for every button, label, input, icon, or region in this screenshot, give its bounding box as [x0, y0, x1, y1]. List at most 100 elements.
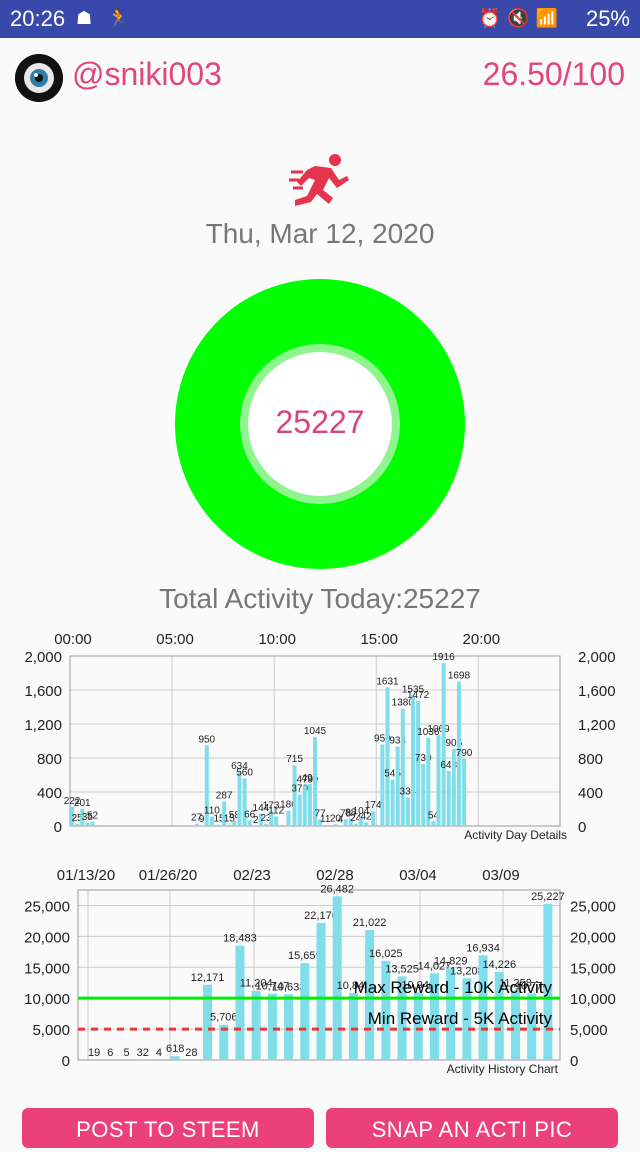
alarm-icon: ⏰	[479, 8, 507, 28]
y-tick-label-left: 1,200	[24, 717, 62, 734]
y-tick-label-left: 20,000	[24, 929, 70, 946]
activity-history-chart: 005,0005,00010,00010,00015,00015,00020,0…	[0, 862, 640, 1082]
history-bar	[317, 923, 326, 1060]
day-bar-label: 1916	[433, 652, 456, 663]
avatar[interactable]	[15, 54, 63, 102]
day-bar	[421, 764, 425, 826]
history-bar-label: 5,706	[210, 1012, 238, 1024]
y-tick-label-right: 800	[578, 751, 603, 768]
y-tick-label-right: 400	[578, 785, 603, 802]
day-bar-label: 52	[87, 811, 99, 822]
day-bar-label: 1472	[407, 690, 430, 701]
chart-legend: Activity Day Details	[464, 828, 567, 842]
day-bar	[298, 795, 302, 826]
day-bar-label: 1045	[304, 726, 327, 737]
day-bar-label: 1631	[376, 676, 399, 687]
x-tick-label: 03/04	[399, 867, 437, 884]
status-bar: 20:26 ☗ 🏃 ⏰🔇📶 25%	[0, 0, 640, 38]
y-tick-label-right: 1,600	[578, 683, 616, 700]
history-bar-label: 4	[156, 1047, 162, 1059]
app-header: @sniki003 26.50/100	[0, 42, 640, 112]
day-bar	[90, 822, 94, 826]
history-bar-label: 19	[88, 1047, 100, 1059]
day-bar	[303, 785, 307, 826]
day-bar	[286, 811, 290, 826]
score: 26.50/100	[483, 56, 625, 93]
x-tick-label: 15:00	[360, 631, 398, 648]
day-bar	[200, 825, 204, 826]
x-tick-label: 00:00	[54, 631, 92, 648]
day-bar	[264, 824, 268, 826]
day-bar	[371, 811, 375, 826]
x-tick-label: 20:00	[463, 631, 501, 648]
day-bar	[227, 825, 231, 826]
y-tick-label-left: 10,000	[24, 991, 70, 1008]
history-bar-label: 25,227	[531, 891, 565, 903]
status-time: 20:26	[10, 6, 65, 32]
y-tick-label-left: 25,000	[24, 898, 70, 915]
history-bar	[349, 993, 358, 1060]
history-bar	[235, 946, 244, 1060]
y-tick-label-right: 15,000	[570, 960, 616, 977]
accessibility-icon: ☗	[76, 8, 92, 28]
y-tick-label-right: 20,000	[570, 929, 616, 946]
day-bar	[75, 824, 79, 826]
day-bar	[447, 771, 451, 826]
day-bar-label: 790	[456, 748, 473, 759]
username[interactable]: @sniki003	[72, 56, 222, 93]
day-bar-label: 174	[365, 800, 382, 811]
y-tick-label-left: 800	[37, 751, 62, 768]
y-tick-label-right: 5,000	[570, 1022, 608, 1039]
y-tick-label-left: 2,000	[24, 649, 62, 666]
reference-line-label: Max Reward - 10K Activity	[354, 978, 553, 997]
day-bar-label: 1069	[427, 724, 450, 735]
reference-line-label: Min Reward - 5K Activity	[368, 1009, 553, 1028]
history-bar	[252, 991, 261, 1060]
y-tick-label-right: 10,000	[570, 991, 616, 1008]
day-bar-label: 2	[253, 815, 259, 826]
y-tick-label-right: 0	[570, 1053, 578, 1070]
history-bar	[300, 963, 309, 1060]
runner-notification-icon: 🏃	[107, 8, 129, 28]
day-bar-label: 1698	[448, 671, 471, 682]
history-bar-label: 26,482	[320, 883, 354, 895]
activity-date: Thu, Mar 12, 2020	[0, 218, 640, 250]
day-bar	[323, 825, 327, 826]
day-bar	[217, 825, 221, 826]
history-bar-label: 14,226	[482, 959, 516, 971]
x-tick-label: 10:00	[258, 631, 296, 648]
y-tick-label-left: 15,000	[24, 960, 70, 977]
day-bar	[274, 816, 278, 826]
x-tick-label: 05:00	[156, 631, 194, 648]
history-bar-label: 6	[107, 1047, 113, 1059]
day-bar	[391, 780, 395, 826]
history-bar	[171, 1056, 180, 1060]
day-bar	[380, 744, 384, 826]
day-bar	[364, 822, 368, 826]
y-tick-label-right: 1,200	[578, 717, 616, 734]
history-bar-label: 12,171	[191, 972, 225, 984]
history-bar-label: 21,022	[353, 917, 387, 929]
x-tick-label: 01/13/20	[57, 867, 115, 884]
day-bar-label: 560	[236, 767, 253, 778]
day-bar	[437, 735, 441, 826]
day-bar	[385, 687, 389, 826]
x-tick-label: 02/23	[233, 867, 271, 884]
snap-pic-button[interactable]: SNAP AN ACTI PIC	[326, 1108, 618, 1148]
day-bar	[431, 821, 435, 826]
history-bar	[268, 994, 277, 1060]
x-tick-label: 02/28	[316, 867, 354, 884]
post-to-steem-button[interactable]: POST TO STEEM	[22, 1108, 314, 1148]
day-bar-label: 201	[74, 798, 91, 809]
history-bar-label: 5	[123, 1047, 129, 1059]
history-bar-label: 18,483	[223, 933, 257, 945]
day-bar	[401, 709, 405, 826]
y-tick-label-right: 2,000	[578, 649, 616, 666]
day-bar	[406, 798, 410, 826]
day-bar	[354, 824, 358, 826]
day-bar	[85, 823, 89, 826]
notification-icons: ☗ 🏃	[76, 8, 130, 29]
day-bar	[248, 820, 252, 826]
avatar-eye	[15, 54, 63, 102]
day-bar	[462, 759, 466, 826]
